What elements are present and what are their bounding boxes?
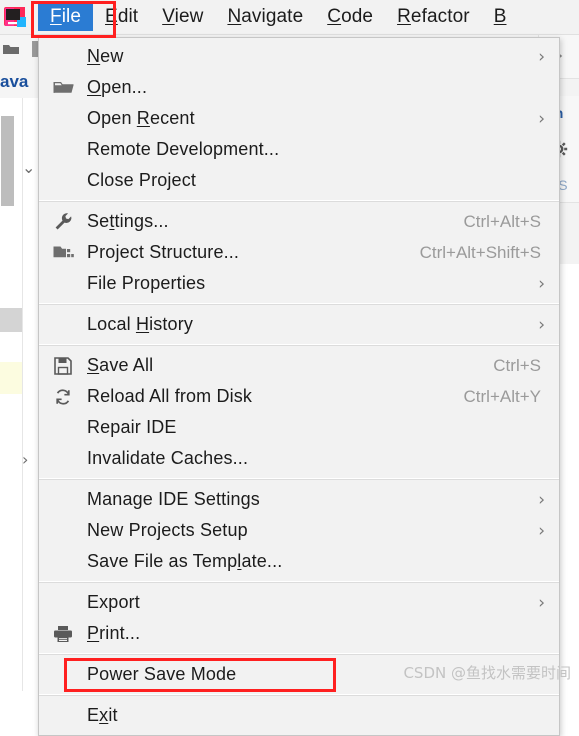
menu-item-local-history-label: Local History bbox=[87, 314, 193, 334]
menu-edit-label-rest: dit bbox=[117, 6, 139, 27]
chevron-right-icon[interactable]: › bbox=[22, 450, 28, 469]
menu-item-save-file-as-template[interactable]: Save File as Template... bbox=[39, 546, 559, 577]
submenu-chevron-icon: › bbox=[538, 273, 545, 294]
submenu-chevron-icon: › bbox=[538, 489, 545, 510]
floppy-disk-icon bbox=[51, 356, 75, 375]
submenu-chevron-icon: › bbox=[538, 108, 545, 129]
menu-separator bbox=[39, 694, 559, 696]
folder-icon bbox=[51, 80, 75, 95]
menu-item-save-all[interactable]: Save All Ctrl+S bbox=[39, 350, 559, 381]
menu-item-print-label: Print... bbox=[87, 623, 141, 643]
toolbar-folder-icon[interactable] bbox=[2, 42, 20, 60]
menu-item-manage-ide-settings-label: Manage IDE Settings bbox=[87, 489, 260, 509]
menu-item-save-all-label: Save All bbox=[87, 355, 154, 375]
menu-item-new-label: New bbox=[87, 46, 124, 66]
menu-item-file-properties[interactable]: File Properties › bbox=[39, 268, 559, 299]
menu-item-export-label: Export bbox=[87, 592, 140, 612]
menu-separator bbox=[39, 478, 559, 480]
submenu-chevron-icon: › bbox=[538, 592, 545, 613]
menu-item-power-save-mode-label: Power Save Mode bbox=[87, 664, 237, 684]
menu-item-new[interactable]: New › bbox=[39, 41, 559, 72]
menu-item-settings-label: Settings... bbox=[87, 211, 169, 231]
menu-refactor[interactable]: Refactor bbox=[385, 3, 482, 31]
chevron-down-icon[interactable]: ⌄ bbox=[22, 158, 35, 177]
menu-navigate[interactable]: Navigate bbox=[215, 3, 315, 31]
menu-item-close-project[interactable]: Close Project bbox=[39, 165, 559, 196]
menu-build-label: B bbox=[493, 6, 507, 27]
menu-separator bbox=[39, 653, 559, 655]
menu-item-settings-accel: Ctrl+Alt+S bbox=[463, 211, 541, 231]
menu-view-label-rest: iew bbox=[174, 6, 204, 27]
menu-item-reload-all-from-disk[interactable]: Reload All from Disk Ctrl+Alt+Y bbox=[39, 381, 559, 412]
menu-separator bbox=[39, 303, 559, 305]
project-structure-icon bbox=[51, 245, 75, 261]
menu-separator bbox=[39, 200, 559, 202]
menu-item-open-recent[interactable]: Open Recent › bbox=[39, 103, 559, 134]
menu-item-project-structure[interactable]: Project Structure... Ctrl+Alt+Shift+S bbox=[39, 237, 559, 268]
menu-item-save-all-accel: Ctrl+S bbox=[493, 355, 541, 375]
menu-code[interactable]: Code bbox=[315, 3, 385, 31]
submenu-chevron-icon: › bbox=[538, 314, 545, 335]
refresh-icon bbox=[51, 388, 75, 406]
submenu-chevron-icon: › bbox=[538, 520, 545, 541]
file-dropdown-menu: New › Open... Open Recent › Remote Devel… bbox=[38, 37, 560, 736]
menu-item-manage-ide-settings[interactable]: Manage IDE Settings › bbox=[39, 484, 559, 515]
menu-item-export[interactable]: Export › bbox=[39, 587, 559, 618]
menu-item-invalidate-caches-label: Invalidate Caches... bbox=[87, 448, 249, 468]
menu-item-remote-development[interactable]: Remote Development... bbox=[39, 134, 559, 165]
menu-separator bbox=[39, 344, 559, 346]
wrench-icon bbox=[51, 212, 75, 231]
vertical-scrollbar-thumb[interactable] bbox=[1, 116, 14, 206]
menu-item-project-structure-label: Project Structure... bbox=[87, 242, 240, 262]
menu-item-close-project-label: Close Project bbox=[87, 170, 196, 190]
menu-item-new-projects-setup-label: New Projects Setup bbox=[87, 520, 248, 540]
menu-item-print[interactable]: Print... bbox=[39, 618, 559, 649]
menu-item-reload-all-from-disk-accel: Ctrl+Alt+Y bbox=[463, 386, 541, 406]
menu-navigate-label-rest: avigate bbox=[241, 6, 304, 27]
gutter-marker-grey bbox=[0, 308, 22, 332]
menu-item-new-projects-setup[interactable]: New Projects Setup › bbox=[39, 515, 559, 546]
printer-icon bbox=[51, 625, 75, 643]
menu-item-repair-ide-label: Repair IDE bbox=[87, 417, 177, 437]
menu-item-project-structure-accel: Ctrl+Alt+Shift+S bbox=[419, 242, 541, 262]
menu-item-repair-ide[interactable]: Repair IDE bbox=[39, 412, 559, 443]
menu-item-open[interactable]: Open... bbox=[39, 72, 559, 103]
submenu-chevron-icon: › bbox=[538, 46, 545, 67]
menu-code-label-rest: ode bbox=[341, 6, 374, 27]
menu-build[interactable]: B bbox=[482, 3, 519, 31]
menu-item-remote-development-label: Remote Development... bbox=[87, 139, 280, 159]
menu-separator bbox=[39, 581, 559, 583]
annotation-rect-file bbox=[31, 1, 116, 38]
menu-item-exit-label: Exit bbox=[87, 705, 118, 725]
menu-item-invalidate-caches[interactable]: Invalidate Caches... bbox=[39, 443, 559, 474]
menu-item-exit[interactable]: Exit bbox=[39, 700, 559, 731]
menu-item-reload-all-from-disk-label: Reload All from Disk bbox=[87, 386, 253, 406]
editor-tab-label[interactable]: ava bbox=[0, 72, 28, 92]
gutter-marker-yellow bbox=[0, 362, 22, 394]
menu-item-save-file-as-template-label: Save File as Template... bbox=[87, 551, 283, 571]
menu-item-file-properties-label: File Properties bbox=[87, 273, 206, 293]
menu-item-open-label: Open... bbox=[87, 77, 148, 97]
intellij-idea-logo-icon bbox=[3, 5, 27, 29]
menu-view[interactable]: View bbox=[150, 3, 215, 31]
menu-item-local-history[interactable]: Local History › bbox=[39, 309, 559, 340]
menu-item-settings[interactable]: Settings... Ctrl+Alt+S bbox=[39, 206, 559, 237]
menu-refactor-label-rest: efactor bbox=[410, 6, 470, 27]
menu-item-open-recent-label: Open Recent bbox=[87, 108, 195, 128]
csdn-watermark: CSDN @鱼找水需要时间 bbox=[403, 664, 571, 682]
